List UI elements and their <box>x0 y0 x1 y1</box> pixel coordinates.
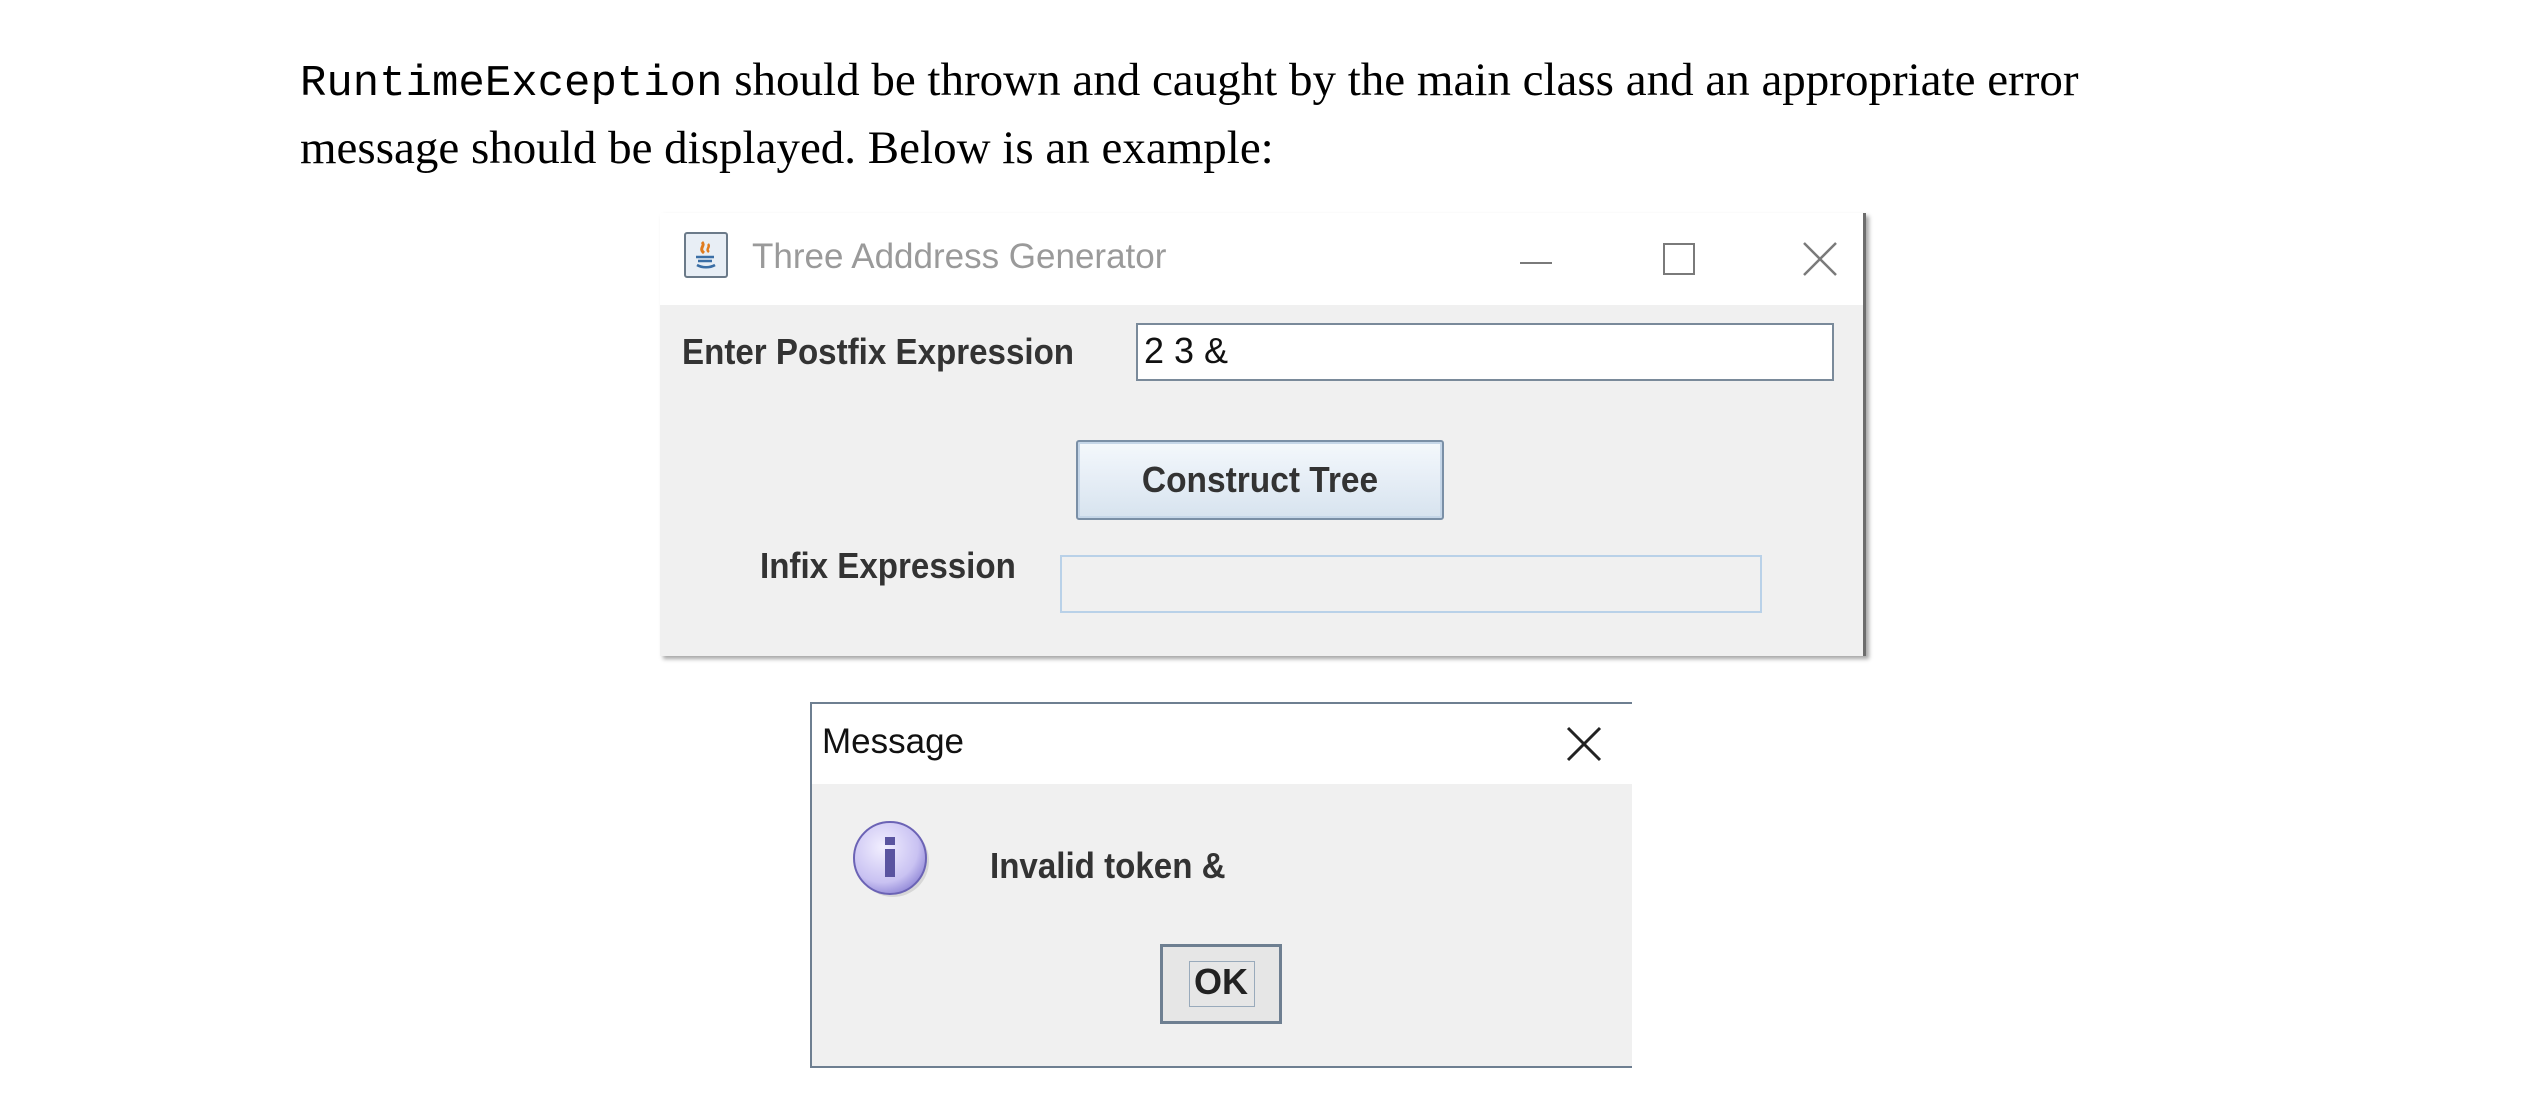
dialog-title: Message <box>822 722 965 761</box>
info-icon <box>848 816 932 900</box>
line-1-text: should be thrown and caught by the main … <box>722 54 2079 106</box>
close-icon[interactable] <box>1788 233 1848 283</box>
window-title: Three Adddress Generator <box>752 237 1167 276</box>
postfix-input[interactable]: 2 3 & <box>1136 323 1834 381</box>
three-address-generator-window: Three Adddress Generator Enter Postfix E… <box>660 213 1866 656</box>
infix-label: Infix Expression <box>760 545 1016 586</box>
infix-output <box>1060 555 1762 613</box>
message-dialog: Message Invalid token & OK <box>810 702 1632 1068</box>
paragraph-line-2: message should be displayed. Below is an… <box>300 122 1274 174</box>
window-title-bar[interactable]: Three Adddress Generator <box>660 213 1863 305</box>
dialog-close-icon[interactable] <box>1554 718 1614 768</box>
minimize-icon[interactable] <box>1506 233 1566 283</box>
focus-ring <box>1189 961 1255 1007</box>
dialog-title-bar[interactable]: Message <box>812 704 1632 784</box>
paragraph-line-1: RuntimeException should be thrown and ca… <box>300 48 2280 116</box>
document-paragraph: RuntimeException should be thrown and ca… <box>300 48 2280 180</box>
dialog-message: Invalid token & <box>990 845 1226 886</box>
postfix-label: Enter Postfix Expression <box>682 331 1075 372</box>
java-app-icon <box>684 232 728 278</box>
construct-tree-button[interactable]: Construct Tree <box>1076 440 1444 520</box>
construct-tree-label: Construct Tree <box>1141 459 1379 500</box>
maximize-icon[interactable] <box>1650 233 1710 283</box>
code-term: RuntimeException <box>300 59 723 109</box>
ok-button[interactable]: OK <box>1160 944 1282 1024</box>
